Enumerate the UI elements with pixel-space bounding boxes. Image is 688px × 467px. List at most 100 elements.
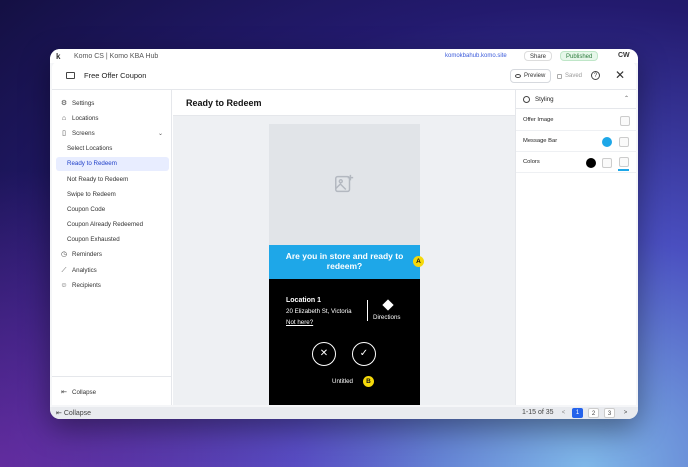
sidebar-item-select-locations[interactable]: Select Locations [56, 142, 169, 156]
decline-button[interactable]: ✕ [312, 342, 336, 366]
saved-status: Saved [557, 69, 582, 83]
styling-row-message-bar: Message Bar [516, 131, 636, 152]
colors-selected-indicator [618, 169, 629, 171]
help-icon[interactable]: ? [591, 71, 600, 80]
app-topbar: k Komo CS | Komo KBA Hub komokbahub.komo… [50, 49, 638, 63]
published-button[interactable]: Published [560, 51, 599, 61]
sidebar-item-label: Not Ready to Redeem [67, 176, 129, 183]
sidebar-item-swipe-to-redeem[interactable]: Swipe to Redeem [56, 188, 169, 202]
pagination-page-1[interactable]: 1 [572, 408, 583, 418]
palette-icon [523, 96, 530, 103]
directions-icon[interactable] [382, 299, 394, 311]
image-upload-button[interactable] [620, 116, 630, 126]
accept-button[interactable]: ✓ [352, 342, 376, 366]
colors-swatch[interactable] [586, 158, 596, 168]
styling-row-label: Message Bar [523, 138, 558, 144]
sidebar-item-label: Locations [72, 115, 99, 122]
modal-header: Free Offer Coupon Preview Saved ? ✕ [52, 62, 636, 90]
styling-row-colors: Colors [516, 152, 636, 173]
clock-icon: ◷ [60, 251, 68, 258]
colors-style-button[interactable] [602, 158, 612, 168]
close-icon[interactable]: ✕ [615, 68, 625, 82]
location-icon: ⌂ [61, 115, 67, 122]
styling-row-label: Offer Image [523, 117, 554, 123]
collapse-icon: ⇤ [61, 389, 67, 396]
modal-title: Free Offer Coupon [84, 71, 147, 80]
page-title: Ready to Redeem [186, 98, 262, 108]
site-link[interactable]: komokbahub.komo.site [445, 53, 507, 59]
annotation-marker-a: A [413, 256, 424, 267]
sidebar-item-label: Swipe to Redeem [67, 191, 116, 198]
sidebar-item-reminders[interactable]: ◷ Reminders [56, 248, 169, 262]
styling-header[interactable]: Styling ⌃ [516, 90, 636, 109]
sidebar-item-label: Ready to Redeem [67, 160, 117, 167]
message-bar-style-button[interactable] [619, 137, 629, 147]
location-name: Location 1 [286, 297, 322, 304]
sidebar-item-label: Recipients [72, 282, 101, 289]
not-here-link[interactable]: Not here? [286, 319, 313, 326]
sidebar-item-label: Coupon Already Redeemed [67, 221, 144, 228]
preview-canvas: Are you in store and ready to redeem? Lo… [173, 116, 515, 405]
app-logo[interactable]: k [56, 52, 60, 61]
image-placeholder-icon [335, 174, 354, 193]
eye-icon [515, 74, 521, 78]
sidebar-item-screens[interactable]: ▯ Screens ⌄ [56, 127, 169, 141]
pagination-page-3[interactable]: 3 [604, 408, 615, 418]
pagination-page-2[interactable]: 2 [588, 408, 599, 418]
sidebar-item-coupon-exhausted[interactable]: Coupon Exhausted [56, 233, 169, 247]
collapse-label: Collapse [72, 389, 97, 396]
directions-label[interactable]: Directions [373, 314, 401, 321]
app-footer: ⇤ Collapse 1-15 of 35 < 1 2 3 > [50, 407, 638, 419]
avatar[interactable]: CW [618, 52, 630, 59]
chevron-down-icon: ⌄ [157, 131, 163, 137]
pagination-prev-button[interactable]: < [558, 408, 569, 418]
styling-row-label: Colors [523, 159, 540, 165]
sidebar-item-label: Coupon Code [67, 206, 106, 213]
users-icon: ☺ [60, 282, 68, 289]
sidebar-item-coupon-code[interactable]: Coupon Code [56, 203, 169, 217]
annotation-marker-b: B [363, 376, 374, 387]
sidebar-item-label: Reminders [72, 251, 102, 258]
offer-image[interactable] [269, 124, 420, 245]
sidebar-item-label: Screens [72, 130, 95, 137]
colors-alt-button[interactable] [619, 157, 629, 167]
preview-label: Preview [524, 73, 546, 79]
sidebar-item-label: Analytics [72, 267, 97, 274]
sidebar-item-settings[interactable]: ⚙ Settings [56, 97, 169, 111]
sidebar-item-coupon-already-redeemed[interactable]: Coupon Already Redeemed [56, 218, 169, 232]
caption-label: Untitled [332, 378, 353, 385]
saved-label: Saved [565, 73, 583, 79]
pagination-next-button[interactable]: > [620, 408, 631, 418]
phone-icon: ▯ [62, 130, 66, 137]
sidebar-item-locations[interactable]: ⌂ Locations [56, 112, 169, 126]
styling-panel: Styling ⌃ Offer Image Message Bar Colors [515, 90, 636, 405]
sidebar: ⚙ Settings ⌂ Locations ▯ Screens ⌄ Selec… [52, 90, 172, 405]
chart-icon: ⟋ [61, 267, 67, 274]
share-button[interactable]: Share [524, 51, 553, 61]
preview-button[interactable]: Preview [510, 69, 552, 83]
sidebar-item-recipients[interactable]: ☺ Recipients [56, 279, 169, 293]
location-address: 20 Elizabeth St, Victoria [286, 308, 352, 315]
message-bar-color-swatch[interactable] [602, 137, 612, 147]
breadcrumb[interactable]: Komo CS | Komo KBA Hub [74, 53, 158, 60]
app-collapse-label: Collapse [63, 410, 92, 417]
sidebar-item-label: Select Locations [67, 145, 113, 152]
directions-divider [367, 300, 368, 321]
pagination-range: 1-15 of 35 [522, 409, 554, 416]
sidebar-item-label: Settings [72, 100, 95, 107]
sidebar-item-label: Coupon Exhausted [67, 236, 120, 243]
chevron-up-icon: ⌃ [624, 96, 630, 102]
app-collapse-button[interactable]: ⇤ Collapse [56, 409, 91, 417]
editor-modal: Free Offer Coupon Preview Saved ? ✕ ⚙ Se… [52, 62, 636, 405]
sidebar-item-not-ready-to-redeem[interactable]: Not Ready to Redeem [56, 173, 169, 187]
sidebar-item-analytics[interactable]: ⟋ Analytics [56, 264, 169, 278]
styling-title: Styling [535, 96, 554, 103]
collapse-button[interactable]: ⇤ Collapse [56, 386, 169, 400]
phone-preview: Are you in store and ready to redeem? Lo… [269, 124, 420, 405]
save-icon [557, 73, 562, 79]
styling-row-offer-image: Offer Image [516, 110, 636, 131]
sidebar-divider [52, 376, 172, 377]
sidebar-item-ready-to-redeem[interactable]: Ready to Redeem [56, 157, 169, 171]
message-bar[interactable]: Are you in store and ready to redeem? [269, 245, 420, 279]
gear-icon: ⚙ [60, 100, 68, 107]
